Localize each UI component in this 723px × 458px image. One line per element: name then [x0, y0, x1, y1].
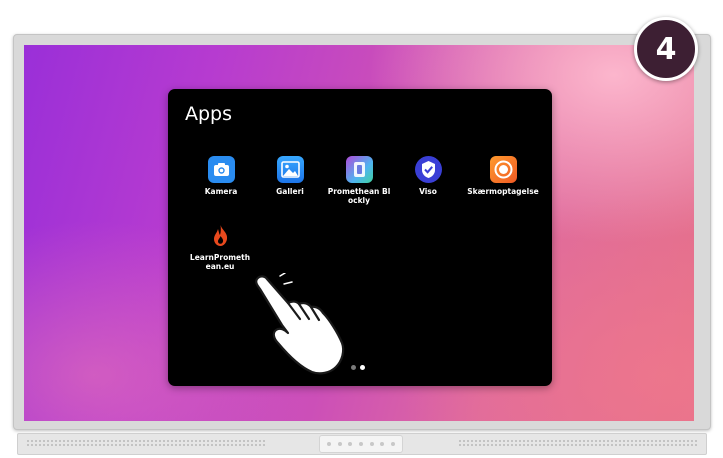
speaker-grille-right [458, 439, 698, 447]
pointing-hand-icon [255, 273, 345, 375]
gallery-icon [276, 156, 304, 183]
learn-flame-icon [207, 222, 234, 249]
front-button[interactable] [390, 442, 395, 446]
app-label: Galleri [276, 187, 304, 196]
screen-record-icon [489, 156, 517, 183]
display-screen: Apps Kamera Galleri Promethean Blockly V… [24, 45, 694, 421]
display-bottom-bar [17, 433, 707, 455]
app-label: LearnPromethean.eu [189, 253, 251, 271]
app-kamera[interactable]: Kamera [189, 156, 253, 196]
app-learnpromethean[interactable]: LearnPromethean.eu [189, 222, 251, 271]
camera-icon [207, 156, 235, 183]
app-promethean-blockly[interactable]: Promethean Blockly [327, 156, 391, 205]
blockly-icon [345, 156, 373, 183]
app-label: Skærmoptagelse [467, 187, 539, 196]
apps-title: Apps [185, 103, 233, 125]
app-label: Promethean Blockly [327, 187, 391, 205]
front-button[interactable] [348, 442, 353, 446]
front-button[interactable] [369, 442, 374, 446]
power-button[interactable] [358, 442, 363, 446]
front-button[interactable] [327, 442, 332, 446]
front-button[interactable] [380, 442, 385, 446]
speaker-grille-left [26, 439, 266, 447]
front-button[interactable] [337, 442, 342, 446]
front-control-panel [319, 435, 403, 453]
step-number-badge: 4 [634, 17, 698, 81]
viso-shield-icon [414, 156, 442, 183]
app-skaermoptagelse[interactable]: Skærmoptagelse [465, 156, 541, 196]
app-label: Viso [419, 187, 437, 196]
app-viso[interactable]: Viso [396, 156, 460, 196]
app-galleri[interactable]: Galleri [258, 156, 322, 196]
app-label: Kamera [204, 187, 238, 196]
